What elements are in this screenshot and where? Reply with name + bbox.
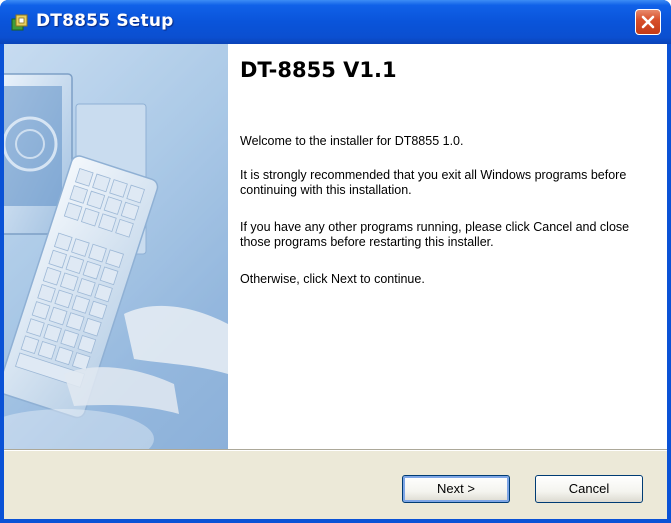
close-button[interactable]	[635, 9, 661, 35]
installer-icon	[10, 12, 30, 32]
recommendation-text: It is strongly recommended that you exit…	[240, 168, 627, 197]
next-button[interactable]: Next >	[402, 475, 510, 503]
installer-banner-image	[4, 44, 228, 449]
setup-window: DT8855 Setup DT-8855 V1.1 Welcome to the…	[0, 0, 671, 523]
welcome-text: Welcome to the installer for DT8855 1.0.	[240, 134, 464, 148]
cancel-button[interactable]: Cancel	[535, 475, 643, 503]
divider	[4, 449, 667, 451]
dialog-client-area: DT-8855 V1.1 Welcome to the installer fo…	[4, 44, 667, 519]
window-title: DT8855 Setup	[36, 11, 174, 31]
programs-running-text: If you have any other programs running, …	[240, 220, 630, 249]
continue-text: Otherwise, click Next to continue.	[240, 272, 425, 286]
welcome-content: DT-8855 V1.1 Welcome to the installer fo…	[228, 44, 667, 449]
title-bar[interactable]: DT8855 Setup	[0, 0, 671, 44]
product-heading: DT-8855 V1.1	[240, 58, 397, 82]
